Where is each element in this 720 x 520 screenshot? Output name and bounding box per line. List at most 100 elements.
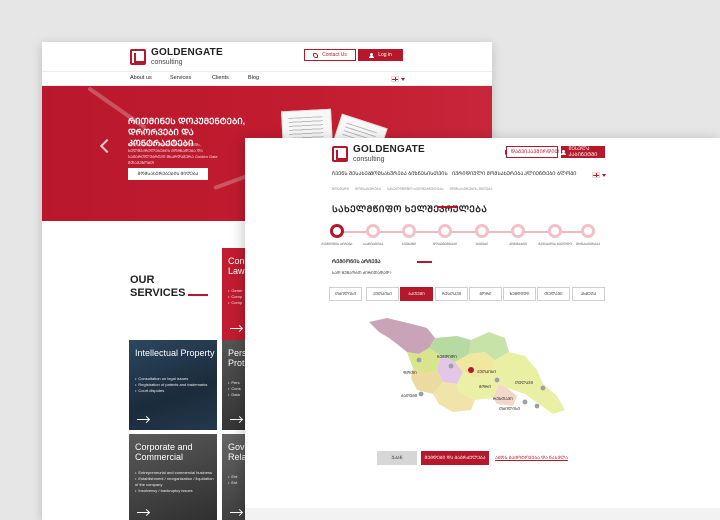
card-item: Comp bbox=[228, 300, 243, 306]
card-item: Data bbox=[228, 392, 241, 398]
nav-about-us[interactable]: About us bbox=[130, 75, 152, 81]
map-label: ᲥᲣᲗᲐᲘᲡᲘ bbox=[477, 369, 496, 374]
region-option-rustavi[interactable]: ᲠᲣᲡᲗᲐᲕᲘ bbox=[435, 287, 468, 301]
nav-blog[interactable]: ᲑᲚᲝᲒᲘ bbox=[557, 171, 576, 177]
brand-sub: consulting bbox=[353, 156, 385, 163]
log-in-label: Log in bbox=[378, 52, 392, 58]
map-pin-icon[interactable] bbox=[416, 357, 422, 363]
step-8-dot[interactable] bbox=[581, 224, 595, 238]
nav-blog[interactable]: Blog bbox=[248, 75, 259, 81]
arrow-right-icon[interactable] bbox=[137, 419, 149, 420]
card-item: Insolvency / bankruptcy issues bbox=[135, 488, 217, 494]
contact-label: ᲓᲐᲒᲕᲘᲙᲐᲕᲨᲘᲠᲓᲘᲗ bbox=[510, 149, 560, 155]
language-flag-icon[interactable] bbox=[391, 76, 399, 82]
step-label: ᲓᲐᲓᲐᲡᲢᲣᲠᲔᲑᲐ bbox=[575, 242, 601, 246]
step-1-dot[interactable] bbox=[330, 224, 344, 238]
nav-business[interactable]: ᲛᲝᲛᲡᲐᲮᲣᲠᲔᲑᲐ ᲑᲘᲖᲜᲔᲡᲘᲡᲗᲕᲘᲡ bbox=[370, 171, 448, 177]
map-label: ᲗᲑᲘᲚᲘᲡᲘ bbox=[499, 406, 521, 411]
map-pin-icon[interactable] bbox=[540, 385, 546, 391]
heading-underline bbox=[417, 261, 432, 263]
nav-legal[interactable]: ᲘᲣᲠᲘᲓᲘᲣᲚᲘ ᲛᲝᲛᲡᲐᲮᲣᲠᲔᲑᲐ bbox=[452, 171, 523, 177]
title-underline bbox=[437, 206, 457, 208]
step-4-dot[interactable] bbox=[438, 224, 452, 238]
map-label: ᲗᲔᲚᲐᲕᲘ bbox=[515, 380, 534, 385]
region-option-kutaisi[interactable]: ᲥᲣᲗᲐᲘᲡᲘ bbox=[366, 287, 399, 301]
save-exit-link[interactable]: ᲐᲛᲝᲡ ᲒᲐᲛᲝᲢᲝᲕᲔᲑᲐ ᲓᲐ ᲬᲐᲡᲕᲚᲐ bbox=[495, 455, 568, 461]
region-option-tbilisi[interactable]: ᲗᲑᲘᲚᲘᲡᲘ bbox=[329, 287, 362, 301]
cabinet-login-label: ᲨᲔᲡᲕᲚᲐ ᲙᲐᲑᲘᲜᲔᲢᲨᲘ bbox=[568, 146, 598, 158]
hero-text: ᲛᲝᲛᲡᲐᲮᲣᲠᲔᲑᲐ ᲡᲐᲥᲛᲘᲐᲜᲝᲑᲘᲡ ᲗᲕᲘᲡ, ᲮᲔᲚᲨᲔᲙᲠᲣᲚᲔ… bbox=[128, 142, 218, 165]
services-title: OUR SERVICES bbox=[130, 274, 186, 299]
front-nav: ᲩᲕᲔᲜᲡ ᲨᲔᲡᲐᲮᲔᲑ ᲛᲝᲛᲡᲐᲮᲣᲠᲔᲑᲐ ᲑᲘᲖᲜᲔᲡᲘᲡᲗᲕᲘᲡ Ი… bbox=[245, 168, 720, 182]
region-option-batumi[interactable]: ᲑᲐᲗᲣᲛᲘ bbox=[400, 287, 433, 301]
map-pin-icon[interactable] bbox=[522, 399, 528, 405]
page-title: ᲡᲐᲮᲔᲚᲛᲬᲘᲤᲝ ᲮᲔᲚᲨᲔᲙᲠᲣᲚᲔᲑᲐ bbox=[332, 204, 488, 214]
back-button[interactable]: ᲣᲙᲐᲜ bbox=[377, 451, 417, 465]
hero-cta-button[interactable]: ᲛᲝᲛᲡᲐᲮᲣᲠᲔᲑᲔᲑᲘᲡ ᲛᲘᲦᲔᲑᲐ bbox=[128, 168, 208, 180]
map-label: ᲖᲣᲒᲓᲘᲓᲘ bbox=[437, 354, 457, 359]
region-option-gori[interactable]: ᲒᲝᲠᲘ bbox=[469, 287, 502, 301]
region-heading: ᲠᲔᲒᲘᲝᲜᲘᲡ ᲐᲠᲩᲔᲕᲐ bbox=[332, 259, 381, 265]
brand-name: GOLDENGATE bbox=[353, 144, 425, 155]
map-pin-icon[interactable] bbox=[494, 377, 500, 383]
georgia-region-map[interactable]: ᲖᲣᲒᲓᲘᲓᲘ ᲤᲝᲗᲘ ᲥᲣᲗᲐᲘᲡᲘ ᲒᲝᲠᲘ ᲗᲔᲚᲐᲕᲘ ᲑᲐᲗᲣᲛᲘ … bbox=[367, 318, 567, 418]
contact-us-button[interactable]: Contact Us bbox=[304, 49, 356, 61]
user-icon bbox=[369, 52, 375, 58]
slider-prev-icon[interactable] bbox=[99, 138, 115, 154]
nav-clients[interactable]: Clients bbox=[212, 75, 229, 81]
map-pin-icon[interactable] bbox=[418, 391, 424, 397]
breadcrumb-item[interactable]: ᲛᲝᲛᲡᲐᲮᲣᲠᲔᲑᲐ bbox=[355, 187, 381, 191]
card-item: Est bbox=[228, 480, 237, 486]
card-item: Establishment / reorganization / liquida… bbox=[135, 476, 217, 488]
arrow-right-icon[interactable] bbox=[230, 419, 242, 420]
next-save-button[interactable]: ᲨᲔᲛᲓᲔᲒᲘ ᲓᲐ ᲒᲐᲒᲠᲫᲔᲚᲔᲑᲐ bbox=[421, 451, 489, 465]
user-icon bbox=[561, 149, 566, 155]
logo-icon bbox=[130, 49, 146, 65]
log-in-button[interactable]: Log in bbox=[358, 49, 403, 61]
contact-button[interactable]: ᲓᲐᲒᲕᲘᲙᲐᲕᲨᲘᲠᲓᲘᲗ bbox=[504, 146, 560, 158]
cabinet-login-button[interactable]: ᲨᲔᲡᲕᲚᲐ ᲙᲐᲑᲘᲜᲔᲢᲨᲘ bbox=[561, 146, 605, 158]
front-logo[interactable]: GOLDENGATE consulting bbox=[332, 145, 425, 163]
card-title: Intellectual Property bbox=[135, 348, 215, 358]
nav-about[interactable]: ᲩᲕᲔᲜᲡ ᲨᲔᲡᲐᲮᲔᲑ bbox=[332, 171, 371, 177]
step-label: ᲑᲘᲣᲯᲔᲢᲘ bbox=[401, 242, 417, 246]
map-label: ᲑᲐᲗᲣᲛᲘ bbox=[401, 393, 418, 398]
map-label: ᲠᲣᲡᲗᲐᲕᲘ bbox=[493, 396, 513, 401]
step-7-dot[interactable] bbox=[548, 224, 562, 238]
chevron-down-icon[interactable] bbox=[602, 174, 606, 177]
map-pin-icon[interactable] bbox=[468, 367, 474, 373]
map-pin-icon[interactable] bbox=[448, 363, 454, 369]
step-label: ᲡᲐᲥᲛᲘᲐᲜᲝᲑᲐ bbox=[362, 242, 384, 246]
breadcrumb-item[interactable]: ᲡᲐᲮᲔᲚᲛᲬᲘᲤᲝ ᲮᲔᲚᲨᲔᲙᲠᲣᲚᲔᲑᲐ bbox=[387, 187, 444, 191]
nav-services[interactable]: Services bbox=[170, 75, 191, 81]
service-card-intellectual-property[interactable]: Intellectual Property Consultation on le… bbox=[129, 340, 217, 430]
logo-icon bbox=[332, 146, 348, 162]
breadcrumb-item[interactable]: ᲛᲗᲐᲕᲐᲠᲘ bbox=[332, 187, 349, 191]
card-item: Court disputes bbox=[135, 388, 207, 394]
step-6-dot[interactable] bbox=[511, 224, 525, 238]
back-nav: About us Services Clients Blog bbox=[42, 72, 492, 86]
chevron-down-icon[interactable] bbox=[401, 78, 405, 81]
region-option-akhmeta[interactable]: ᲐᲮᲛᲔᲢᲐ bbox=[572, 287, 605, 301]
nav-clients[interactable]: ᲙᲚᲘᲔᲜᲢᲔᲑᲘ bbox=[524, 171, 555, 177]
back-logo[interactable]: GOLDENGATE consulting bbox=[130, 48, 223, 66]
map-pin-icon[interactable] bbox=[534, 403, 540, 409]
back-header: GOLDENGATE consulting Contact Us Log in bbox=[42, 42, 492, 72]
card-title: Corporate and Commercial bbox=[135, 442, 193, 462]
region-shape[interactable] bbox=[369, 318, 435, 354]
language-flag-icon[interactable] bbox=[592, 172, 600, 178]
service-card-corporate[interactable]: Corporate and Commercial Entrepreneurial… bbox=[129, 434, 217, 520]
region-option-telavi[interactable]: ᲗᲔᲚᲐᲕᲘ bbox=[537, 287, 570, 301]
arrow-right-icon[interactable] bbox=[230, 512, 242, 513]
breadcrumb-item: ᲛᲝᲛᲡᲐᲮᲣᲠᲔᲑᲘᲡ ᲛᲘᲦᲔᲑᲐ bbox=[449, 187, 493, 191]
title-underline bbox=[188, 294, 208, 296]
phone-icon bbox=[313, 52, 319, 58]
step-5-dot[interactable] bbox=[475, 224, 489, 238]
step-2-dot[interactable] bbox=[366, 224, 380, 238]
region-option-zugdidi[interactable]: ᲖᲣᲒᲓᲘᲓᲘ bbox=[503, 287, 536, 301]
arrow-right-icon[interactable] bbox=[137, 512, 149, 513]
phone-icon bbox=[504, 149, 507, 155]
step-3-dot[interactable] bbox=[402, 224, 416, 238]
map-label: ᲒᲝᲠᲘ bbox=[479, 384, 491, 389]
arrow-right-icon[interactable] bbox=[230, 328, 242, 329]
